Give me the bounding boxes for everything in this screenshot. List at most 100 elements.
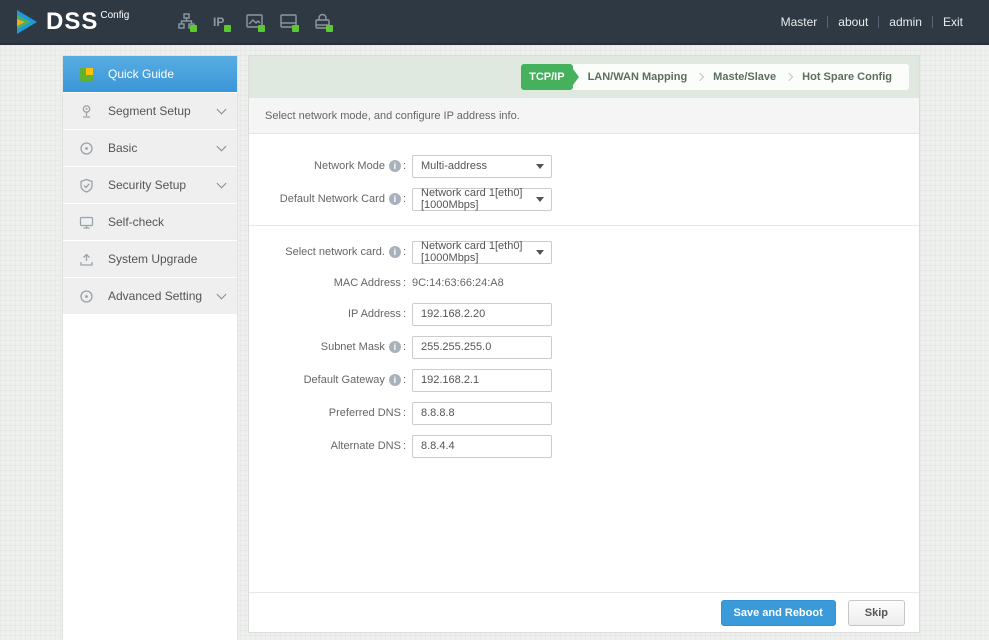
header-status-icons: IP <box>177 12 332 31</box>
default-network-card-value: Network card 1[eth0] [1000Mbps] <box>421 187 543 211</box>
caret-down-icon <box>536 197 544 202</box>
advanced-setting-icon <box>79 289 94 304</box>
ip-address-input[interactable] <box>412 303 552 326</box>
basic-icon <box>79 141 94 156</box>
info-icon[interactable]: i <box>389 341 401 353</box>
sidebar-item-label: Basic <box>108 141 137 155</box>
mac-address-value: 9C:14:63:66:24:A8 <box>412 277 504 289</box>
network-mode-label: Network Mode i <box>249 160 406 172</box>
chevron-down-icon <box>217 289 227 299</box>
tab-bar: TCP/IP LAN/WAN Mapping Maste/Slave Hot S… <box>521 64 909 90</box>
master-link[interactable]: Master <box>771 15 828 29</box>
chevron-down-icon <box>217 141 227 151</box>
picture-status-icon[interactable] <box>245 12 264 31</box>
info-icon[interactable]: i <box>389 374 401 386</box>
save-and-reboot-button[interactable]: Save and Reboot <box>721 600 836 626</box>
sidebar-item-security-setup[interactable]: Security Setup <box>63 167 237 203</box>
app-logo: DSS Config <box>0 7 129 37</box>
content-panel: TCP/IP LAN/WAN Mapping Maste/Slave Hot S… <box>248 55 920 633</box>
monitor-icon <box>79 215 94 230</box>
status-dot <box>258 25 265 32</box>
default-network-card-select[interactable]: Network card 1[eth0] [1000Mbps] <box>412 188 552 211</box>
sidebar-item-basic[interactable]: Basic <box>63 130 237 166</box>
tab-separator-icon <box>696 73 704 81</box>
status-dot <box>292 25 299 32</box>
sidebar-item-label: System Upgrade <box>108 252 197 266</box>
caret-down-icon <box>536 250 544 255</box>
default-network-card-row: Default Network Card i Network card 1[et… <box>249 187 919 211</box>
section-divider <box>249 225 919 226</box>
shield-icon <box>79 178 94 193</box>
sidebar: Quick Guide Segment Setup Basic <box>62 55 238 640</box>
sidebar-item-self-check[interactable]: Self-check <box>63 204 237 240</box>
default-network-card-label: Default Network Card i <box>249 193 406 205</box>
quick-guide-icon <box>79 67 94 82</box>
tab-lan-wan-mapping[interactable]: LAN/WAN Mapping <box>579 64 697 90</box>
chevron-down-icon <box>217 104 227 114</box>
footer-action-bar: Save and Reboot Skip <box>249 592 919 632</box>
sidebar-item-system-upgrade[interactable]: System Upgrade <box>63 241 237 277</box>
ip-address-label: IP Address <box>249 308 406 320</box>
display-status-icon[interactable] <box>279 12 298 31</box>
top-header: DSS Config IP <box>0 0 989 45</box>
status-dot <box>190 25 197 32</box>
logo-text: DSS <box>46 7 98 37</box>
skip-button[interactable]: Skip <box>848 600 905 626</box>
sidebar-item-quick-guide[interactable]: Quick Guide <box>63 56 237 92</box>
tab-hot-spare-config[interactable]: Hot Spare Config <box>793 64 901 90</box>
select-network-card-row: Select network card. i Network card 1[et… <box>249 240 919 264</box>
sidebar-item-label: Security Setup <box>108 178 186 192</box>
network-mode-select[interactable]: Multi-address <box>412 155 552 178</box>
sitemap-status-icon[interactable] <box>177 12 196 31</box>
sidebar-item-label: Advanced Setting <box>108 289 202 303</box>
lock-status-icon[interactable] <box>313 12 332 31</box>
sidebar-item-segment-setup[interactable]: Segment Setup <box>63 93 237 129</box>
header-links: Master about admin Exit <box>771 15 989 29</box>
preferred-dns-row: Preferred DNS <box>249 401 919 425</box>
svg-text:IP: IP <box>213 15 224 29</box>
chevron-down-icon <box>217 178 227 188</box>
preferred-dns-label: Preferred DNS <box>249 407 406 419</box>
select-network-card-value: Network card 1[eth0] [1000Mbps] <box>421 240 543 264</box>
select-network-card-label: Select network card. i <box>249 246 406 258</box>
select-network-card-select[interactable]: Network card 1[eth0] [1000Mbps] <box>412 241 552 264</box>
mac-address-label: MAC Address <box>249 277 406 289</box>
ip-address-row: IP Address <box>249 302 919 326</box>
upload-icon <box>79 252 94 267</box>
mac-address-row: MAC Address 9C:14:63:66:24:A8 <box>249 273 919 293</box>
ip-status-icon[interactable]: IP <box>211 12 230 31</box>
exit-link[interactable]: Exit <box>933 15 973 29</box>
info-icon[interactable]: i <box>389 160 401 172</box>
subnet-mask-label: Subnet Mask i <box>249 341 406 353</box>
about-link[interactable]: about <box>828 15 878 29</box>
alternate-dns-label: Alternate DNS <box>249 440 406 452</box>
alternate-dns-input[interactable] <box>412 435 552 458</box>
sidebar-item-label: Quick Guide <box>108 67 174 81</box>
info-icon[interactable]: i <box>389 193 401 205</box>
sidebar-item-label: Segment Setup <box>108 104 191 118</box>
status-dot <box>224 25 231 32</box>
dss-logo-icon <box>14 9 40 35</box>
alternate-dns-row: Alternate DNS <box>249 434 919 458</box>
network-mode-value: Multi-address <box>421 160 487 172</box>
subnet-mask-row: Subnet Mask i <box>249 335 919 359</box>
preferred-dns-input[interactable] <box>412 402 552 425</box>
instruction-text: Select network mode, and configure IP ad… <box>265 110 520 122</box>
segment-setup-icon <box>79 104 94 119</box>
default-gateway-input[interactable] <box>412 369 552 392</box>
sidebar-item-advanced-setting[interactable]: Advanced Setting <box>63 278 237 314</box>
subnet-mask-input[interactable] <box>412 336 552 359</box>
tab-band: TCP/IP LAN/WAN Mapping Maste/Slave Hot S… <box>249 56 919 98</box>
tab-master-slave[interactable]: Maste/Slave <box>704 64 785 90</box>
info-icon[interactable]: i <box>389 246 401 258</box>
logo-superscript: Config <box>100 10 129 21</box>
sidebar-item-label: Self-check <box>108 215 164 229</box>
network-mode-row: Network Mode i Multi-address <box>249 154 919 178</box>
tab-separator-icon <box>785 73 793 81</box>
status-dot <box>326 25 333 32</box>
admin-link[interactable]: admin <box>879 15 932 29</box>
default-gateway-row: Default Gateway i <box>249 368 919 392</box>
default-gateway-label: Default Gateway i <box>249 374 406 386</box>
tab-tcpip[interactable]: TCP/IP <box>521 64 572 90</box>
network-form: Network Mode i Multi-address Default Net… <box>249 134 919 592</box>
